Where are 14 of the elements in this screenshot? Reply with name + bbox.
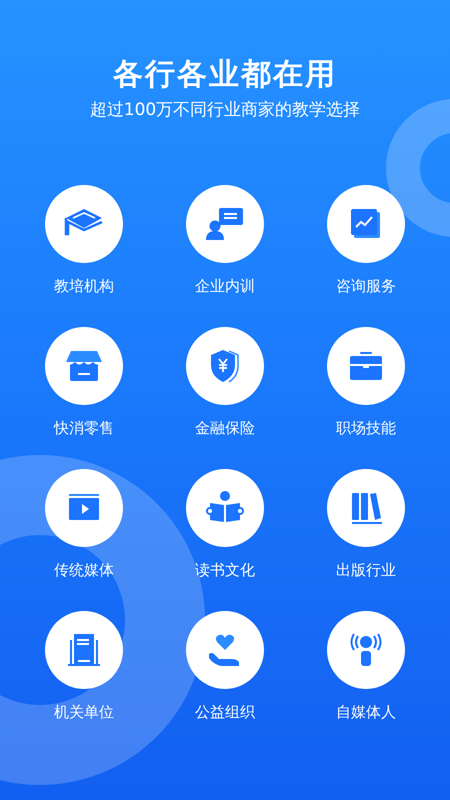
industry-label: 金融保险 (195, 418, 255, 438)
page-title: 各行各业都在用 (113, 56, 337, 94)
industry-label: 读书文化 (195, 560, 255, 580)
industry-label: 教培机构 (54, 276, 114, 296)
page-subtitle: 超过100万不同行业商家的教学选择 (90, 99, 360, 122)
industry-label: 公益组织 (195, 702, 255, 722)
industry-label: 机关单位 (54, 702, 114, 722)
industry-label: 出版行业 (336, 560, 396, 580)
industry-label: 企业内训 (195, 276, 255, 296)
industry-label: 自媒体人 (336, 702, 396, 722)
industry-label: 传统媒体 (54, 560, 114, 580)
industry-label: 快消零售 (54, 418, 114, 438)
industry-label: 咨询服务 (336, 276, 396, 296)
industry-label: 职场技能 (336, 418, 396, 438)
